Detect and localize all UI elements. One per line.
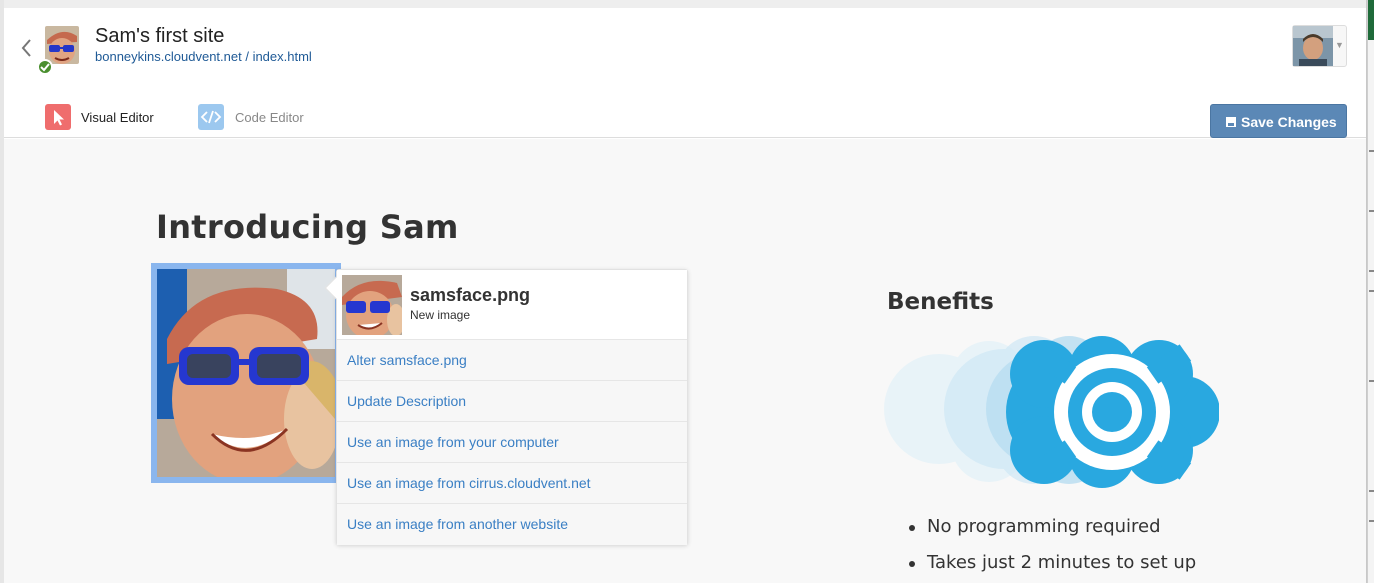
visual-editor-canvas: Introducing Sam samsface.png New image A… [4,139,1366,583]
back-chevron-icon[interactable] [20,38,34,60]
breadcrumb-separator: / [241,49,253,64]
alter-image-action[interactable]: Alter samsface.png [337,340,687,381]
editor-header: Sam's first site bonneykins.cloudvent.ne… [4,0,1366,146]
chevron-down-icon: ▼ [1335,40,1344,50]
published-check-icon [37,59,53,75]
image-from-website-action[interactable]: Use an image from another website [337,504,687,545]
tab-label: Visual Editor [81,110,154,125]
benefits-list: No programming required Takes just 2 min… [909,516,1196,583]
background-mark [1369,520,1374,522]
background-mark [1369,210,1374,212]
save-button-label: Save Changes [1241,114,1337,130]
list-item[interactable]: No programming required [909,516,1196,552]
upload-from-computer-action[interactable]: Use an image from your computer [337,422,687,463]
cloudvent-logo-icon [884,334,1220,492]
image-status: New image [410,308,471,322]
background-mark [1369,270,1374,272]
samsface-image [157,269,335,477]
background-page-right [1367,0,1374,583]
breadcrumb: bonneykins.cloudvent.net / index.html [95,49,312,64]
site-avatar [45,26,79,64]
file-name-link[interactable]: index.html [253,49,312,64]
background-header-bar [1368,0,1374,40]
image-actions-menu: Alter samsface.png Update Description Us… [337,340,687,545]
site-title: Sam's first site [95,25,225,47]
site-editor-window: Sam's first site bonneykins.cloudvent.ne… [4,0,1367,583]
background-mark [1369,150,1374,152]
cursor-icon [45,104,71,130]
image-from-cloudvent-action[interactable]: Use an image from cirrus.cloudvent.net [337,463,687,504]
user-avatar [1293,26,1333,66]
image-file-name: samsface.png [410,285,531,305]
benefits-heading[interactable]: Benefits [887,289,994,315]
save-icon [1225,115,1237,131]
user-menu[interactable]: ▼ [1292,25,1347,67]
popover-header: samsface.png New image [337,270,687,340]
tab-label: Code Editor [235,110,304,125]
list-item[interactable]: Takes just 2 minutes to set up [909,552,1196,583]
site-domain-link[interactable]: bonneykins.cloudvent.net [95,49,242,64]
background-mark [1369,290,1374,292]
background-mark [1369,380,1374,382]
update-description-action[interactable]: Update Description [337,381,687,422]
image-options-popover: samsface.png New image Alter samsface.pn… [324,269,688,545]
image-thumbnail [342,275,402,335]
page-heading[interactable]: Introducing Sam [156,208,459,246]
save-changes-button[interactable]: Save Changes [1210,104,1347,138]
selected-image-samsface[interactable] [151,263,341,483]
background-mark [1369,490,1374,492]
code-icon [198,104,224,130]
